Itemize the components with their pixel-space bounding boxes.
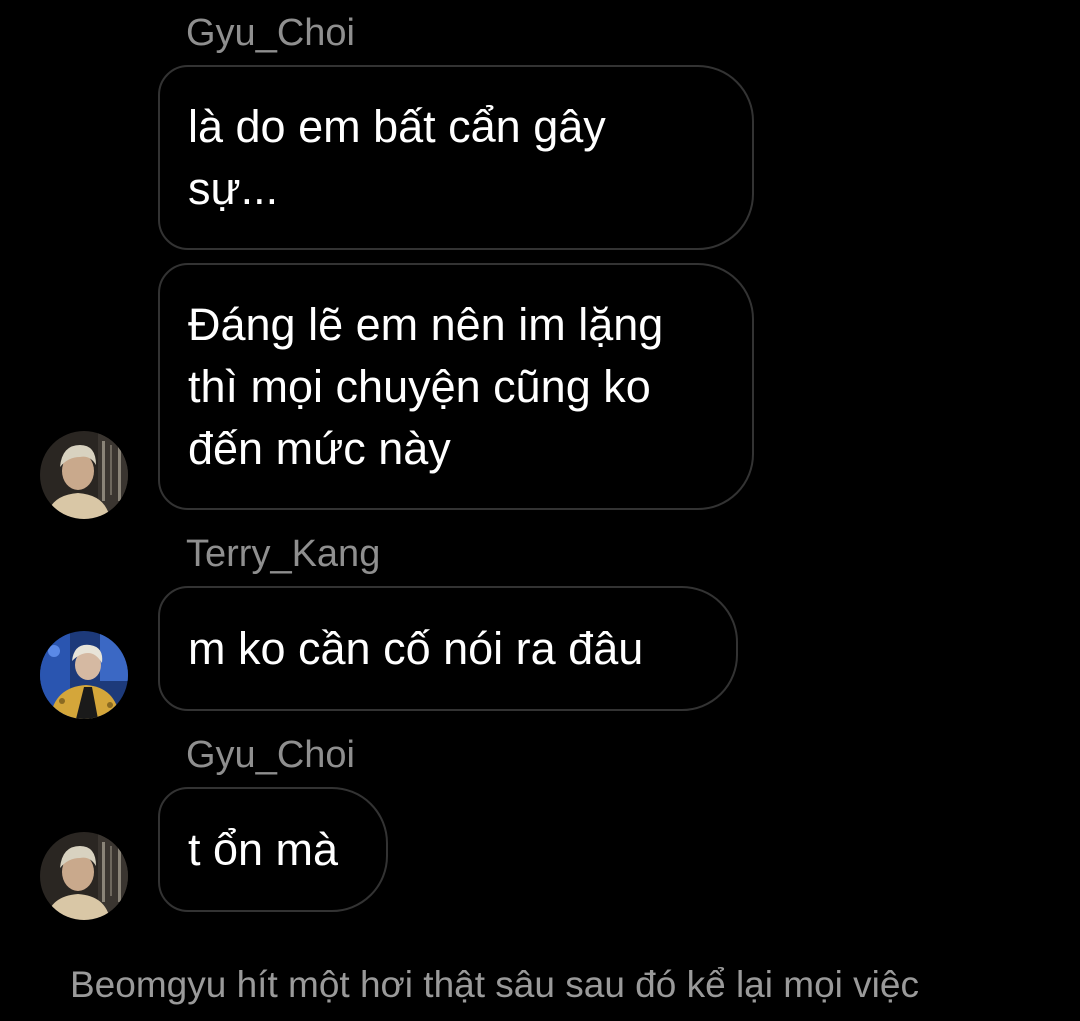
message-bubble[interactable]: t ổn mà: [158, 787, 388, 912]
message-text: m ko cần cố nói ra đâu: [188, 622, 644, 674]
message-bubble[interactable]: Đáng lẽ em nên im lặng thì mọi chuyện cũ…: [158, 263, 754, 510]
avatar-photo-icon: [40, 431, 128, 519]
sender-name-gyu-choi: Gyu_Choi: [186, 734, 355, 776]
avatar-gyu-choi[interactable]: [40, 832, 128, 920]
avatar-terry-kang[interactable]: [40, 631, 128, 719]
sender-name-gyu-choi: Gyu_Choi: [186, 12, 355, 54]
avatar-photo-icon: [40, 832, 128, 920]
narration-text: Beomgyu hít một hơi thật sâu sau đó kể l…: [70, 964, 919, 1005]
sender-name-terry-kang: Terry_Kang: [186, 533, 381, 575]
avatar-photo-icon: [40, 631, 128, 719]
message-text: là do em bất cẩn gây sự...: [188, 100, 606, 214]
message-text: Đáng lẽ em nên im lặng thì mọi chuyện cũ…: [188, 298, 664, 474]
avatar-gyu-choi[interactable]: [40, 431, 128, 519]
message-bubble[interactable]: m ko cần cố nói ra đâu: [158, 586, 738, 711]
message-bubble[interactable]: là do em bất cẩn gây sự...: [158, 65, 754, 250]
message-text: t ổn mà: [188, 823, 339, 875]
